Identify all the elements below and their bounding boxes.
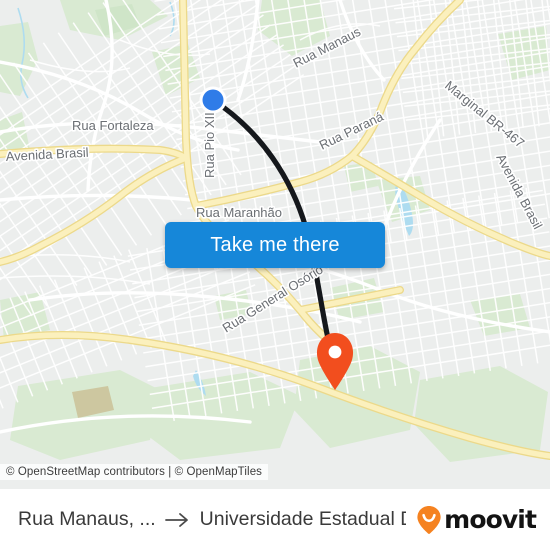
svg-text:Rua Pio XII: Rua Pio XII xyxy=(202,112,217,178)
trip-summary[interactable]: Rua Manaus, ... Universidade Estadual Do… xyxy=(18,508,406,531)
moovit-trip-map-screen: Rua Manaus Rua Manaus Rua Fortaleza Rua For… xyxy=(0,0,550,550)
street-label: Rua MaranhãoRua Maranhão xyxy=(194,203,283,221)
trip-footer-bar: Rua Manaus, ... Universidade Estadual Do… xyxy=(0,489,550,550)
take-me-there-button[interactable]: Take me there xyxy=(165,222,385,268)
street-label: Rua Pio XIIRua Pio XII xyxy=(200,111,218,180)
arrow-right-icon xyxy=(164,512,188,527)
svg-text:Rua Fortaleza: Rua Fortaleza xyxy=(72,118,154,133)
map-canvas[interactable]: Rua Manaus Rua Manaus Rua Fortaleza Rua For… xyxy=(0,0,550,489)
map-attribution: © OpenStreetMap contributors | © OpenMap… xyxy=(0,464,269,480)
take-me-there-label: Take me there xyxy=(210,234,340,256)
trip-origin-label: Rua Manaus, ... xyxy=(18,508,156,530)
street-label: Rua FortalezaRua Fortaleza xyxy=(70,116,156,134)
attribution-text: © OpenStreetMap contributors | © OpenMap… xyxy=(6,466,263,478)
trip-destination-label: Universidade Estadual Do Oeste D... xyxy=(199,508,407,530)
moovit-wordmark: moovit xyxy=(444,505,537,534)
moovit-pin-icon xyxy=(417,505,441,534)
moovit-logo[interactable]: moovit xyxy=(416,505,537,535)
svg-text:Rua Maranhão: Rua Maranhão xyxy=(196,205,282,220)
origin-marker[interactable] xyxy=(199,86,227,114)
